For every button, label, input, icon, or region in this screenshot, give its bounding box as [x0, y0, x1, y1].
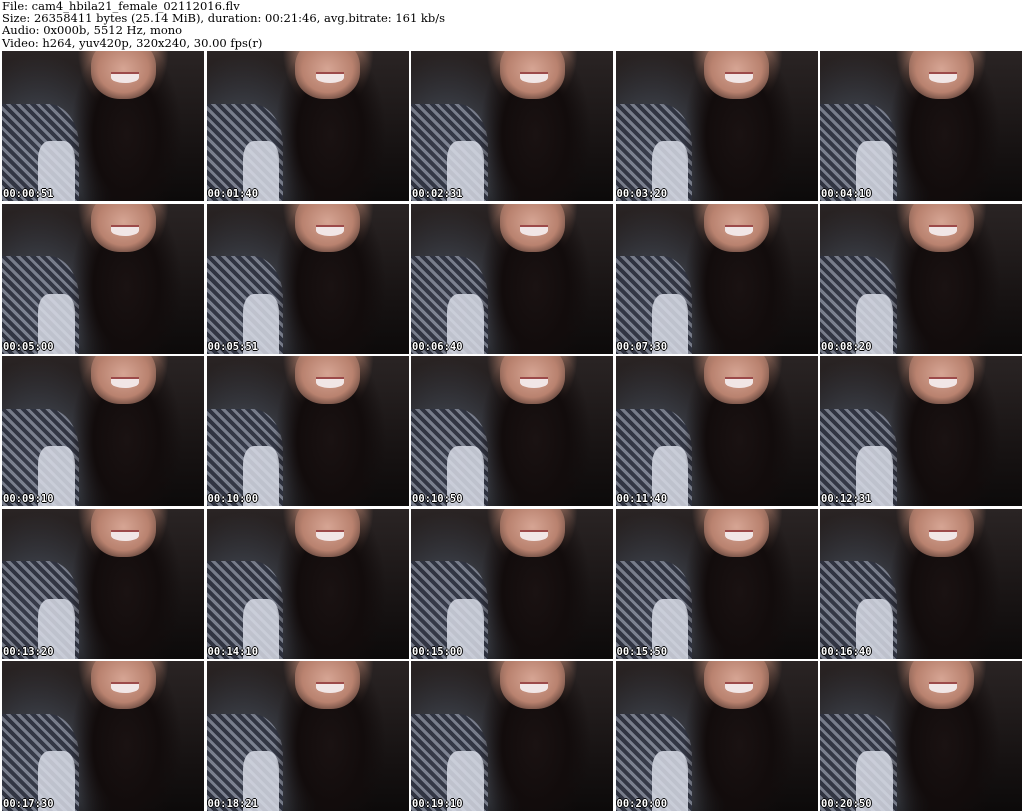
audio-info-line: Audio: 0x000b, 5512 Hz, mono	[2, 23, 183, 38]
frame-smile-region	[315, 72, 344, 83]
video-frame-thumbnail: 00:09:10	[2, 356, 204, 506]
frame-timestamp: 00:05:51	[207, 340, 259, 353]
frame-timestamp: 00:07:30	[616, 340, 668, 353]
frame-timestamp: 00:09:10	[3, 493, 54, 505]
video-info-line: Video: h264, yuv420p, 320x240, 30.00 fps…	[2, 35, 263, 50]
frame-timestamp: 00:10:00	[207, 493, 259, 505]
frame-smile-region	[724, 529, 753, 541]
video-frame-thumbnail: 00:07:30	[615, 203, 818, 354]
video-frame-thumbnail: 00:12:31	[820, 356, 1022, 506]
video-frame-thumbnail: 00:14:10	[206, 508, 409, 659]
frame-smile-region	[724, 72, 753, 83]
frame-smile-region	[724, 224, 753, 236]
video-frame-thumbnail: 00:17:30	[2, 661, 204, 811]
frame-timestamp: 00:01:40	[207, 188, 259, 200]
video-frame-thumbnail: 00:01:40	[206, 51, 409, 201]
video-frame-thumbnail: 00:05:51	[206, 203, 409, 354]
frame-timestamp: 00:10:50	[412, 493, 463, 505]
video-frame-thumbnail: 00:16:40	[820, 508, 1022, 659]
video-frame-thumbnail: 00:19:10	[411, 661, 613, 811]
frame-timestamp: 00:20:00	[616, 798, 668, 810]
frame-smile-region	[111, 224, 140, 236]
video-frame-thumbnail: 00:15:50	[615, 508, 818, 659]
frame-timestamp: 00:04:10	[821, 188, 872, 200]
video-frame-thumbnail: 00:13:20	[2, 508, 204, 659]
frame-smile-region	[724, 377, 753, 388]
frame-timestamp: 00:19:10	[412, 798, 463, 810]
video-frame-thumbnail: 00:15:00	[411, 508, 613, 659]
frame-timestamp: 00:05:00	[3, 340, 54, 353]
video-frame-thumbnail: 00:04:10	[820, 51, 1022, 201]
video-frame-thumbnail: 00:10:50	[411, 356, 613, 506]
video-frame-thumbnail: 00:00:51	[2, 51, 204, 201]
frame-smile-region	[111, 529, 140, 541]
frame-timestamp: 00:12:31	[821, 493, 872, 505]
frame-timestamp: 00:20:50	[821, 798, 872, 810]
frame-smile-region	[315, 682, 344, 693]
frame-timestamp: 00:15:50	[616, 645, 668, 658]
frame-timestamp: 00:15:00	[412, 645, 463, 658]
frame-timestamp: 00:08:20	[821, 340, 872, 353]
frame-timestamp: 00:11:40	[616, 493, 668, 505]
video-frame-thumbnail: 00:11:40	[615, 356, 818, 506]
video-frame-thumbnail: 00:05:00	[2, 203, 204, 354]
frame-timestamp: 00:00:51	[3, 188, 54, 200]
frame-timestamp: 00:06:40	[412, 340, 463, 353]
frame-smile-region	[520, 224, 549, 236]
frame-timestamp: 00:14:10	[207, 645, 259, 658]
video-frame-thumbnail: 00:20:00	[615, 661, 818, 811]
frame-timestamp: 00:18:21	[207, 798, 259, 810]
frame-smile-region	[315, 377, 344, 388]
frame-smile-region	[520, 529, 549, 541]
video-frame-thumbnail: 00:18:21	[206, 661, 409, 811]
thumbnail-grid: 00:00:51 00:01:40 00:02:31 00:03:20 00:04:10…	[2, 51, 1022, 811]
frame-smile-region	[315, 529, 344, 541]
video-frame-thumbnail: 00:02:31	[411, 51, 613, 201]
frame-smile-region	[929, 529, 958, 541]
video-frame-thumbnail: 00:10:00	[206, 356, 409, 506]
file-info-header: File: cam4_hbila21_female_02112016.flv S…	[2, 0, 1022, 50]
video-frame-thumbnail: 00:20:50	[820, 661, 1022, 811]
video-frame-thumbnail: 00:06:40	[411, 203, 613, 354]
frame-timestamp: 00:13:20	[3, 645, 54, 658]
frame-timestamp: 00:03:20	[616, 188, 668, 200]
video-frame-thumbnail: 00:03:20	[615, 51, 818, 201]
frame-timestamp: 00:17:30	[3, 798, 54, 810]
frame-timestamp: 00:02:31	[412, 188, 463, 200]
frame-smile-region	[724, 682, 753, 693]
frame-smile-region	[315, 224, 344, 236]
frame-timestamp: 00:16:40	[821, 645, 872, 658]
video-frame-thumbnail: 00:08:20	[820, 203, 1022, 354]
frame-smile-region	[929, 224, 958, 236]
